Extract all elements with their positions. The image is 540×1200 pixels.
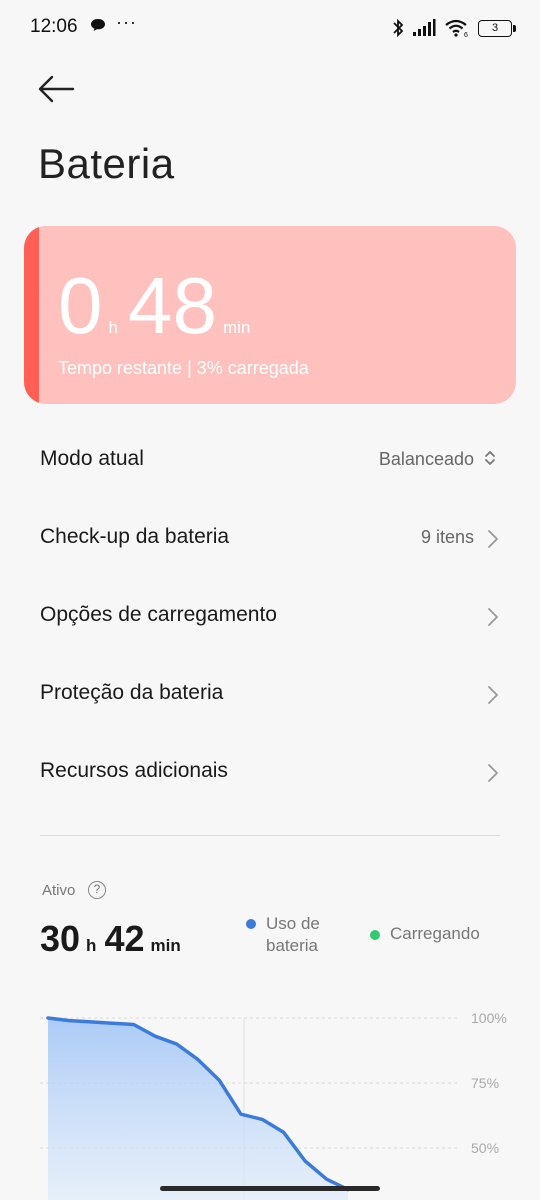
- menu-item-recursos-adicionais[interactable]: Recursos adicionais: [0, 735, 540, 813]
- wifi-icon: 6: [445, 19, 468, 38]
- status-icons: 6 3: [392, 16, 516, 40]
- y-tick-label: 50%: [471, 1140, 499, 1156]
- help-icon[interactable]: ?: [88, 881, 106, 899]
- chevron-right-icon: [488, 608, 498, 626]
- menu-item-check-up[interactable]: Check-up da bateria 9 itens: [0, 501, 540, 579]
- active-minutes: 42: [104, 918, 145, 959]
- menu-item-label: Opções de carregamento: [40, 603, 277, 626]
- legend-dot-green: [370, 930, 380, 940]
- y-axis-ticks: 100% 75% 50%: [471, 1010, 507, 1156]
- y-tick-label: 100%: [471, 1010, 507, 1026]
- menu-item-value: Balanceado: [378, 449, 474, 469]
- menu-item-label: Recursos adicionais: [40, 759, 228, 782]
- remaining-subtitle: Tempo restante | 3% carregada: [58, 358, 309, 378]
- active-minutes-unit: min: [150, 936, 181, 955]
- active-time: 30 h 42 min: [40, 918, 189, 960]
- battery-remaining-card: 0 h 48 min Tempo restante | 3% carregada: [24, 226, 516, 404]
- section-divider: [40, 835, 500, 836]
- up-down-icon: [485, 451, 495, 465]
- battery-level-accent: [24, 226, 39, 404]
- status-bar: 12:06 ··· 6 3: [0, 0, 540, 56]
- battery-usage-chart[interactable]: 100% 75% 50%: [0, 990, 540, 1200]
- legend-charging: Carregando: [370, 924, 480, 944]
- bluetooth-icon: [393, 18, 404, 38]
- active-label: Ativo: [42, 882, 76, 899]
- menu-item-label: Proteção da bateria: [40, 681, 224, 704]
- chat-bubble-icon: [91, 19, 105, 31]
- remaining-minutes: 48: [127, 261, 217, 350]
- back-arrow-button[interactable]: [36, 72, 76, 106]
- menu-item-label: Modo atual: [40, 447, 144, 470]
- page-title: Bateria: [38, 140, 175, 187]
- battery-status-icon: 3: [478, 19, 516, 37]
- menu-item-label: Check-up da bateria: [40, 525, 230, 548]
- menu-item-opcoes-carregamento[interactable]: Opções de carregamento: [0, 579, 540, 657]
- signal-icon: [413, 19, 436, 36]
- battery-usage-area: [48, 1018, 348, 1200]
- legend-label: Uso de bateria: [266, 914, 320, 955]
- remaining-time: 0 h 48 min: [58, 266, 260, 346]
- chevron-right-icon: [488, 686, 498, 704]
- svg-text:6: 6: [464, 32, 468, 38]
- home-indicator[interactable]: [160, 1186, 380, 1191]
- remaining-minutes-unit: min: [222, 318, 251, 337]
- menu-item-value: 9 itens: [420, 527, 474, 547]
- remaining-hours: 0: [58, 261, 103, 350]
- legend-label: Carregando: [390, 924, 480, 943]
- menu-item-modo-atual[interactable]: Modo atual Balanceado: [0, 423, 540, 501]
- legend-dot-blue: [246, 919, 256, 929]
- chevron-right-icon: [488, 530, 498, 548]
- more-notifications-icon: ···: [116, 12, 137, 32]
- legend-battery-usage: Uso de bateria: [246, 913, 356, 957]
- remaining-hours-unit: h: [108, 318, 118, 337]
- status-time: 12:06: [30, 16, 78, 37]
- chevron-right-icon: [488, 764, 498, 782]
- menu-item-protecao-bateria[interactable]: Proteção da bateria: [0, 657, 540, 735]
- active-hours: 30: [40, 918, 81, 959]
- active-hours-unit: h: [86, 936, 97, 955]
- y-tick-label: 75%: [471, 1075, 499, 1091]
